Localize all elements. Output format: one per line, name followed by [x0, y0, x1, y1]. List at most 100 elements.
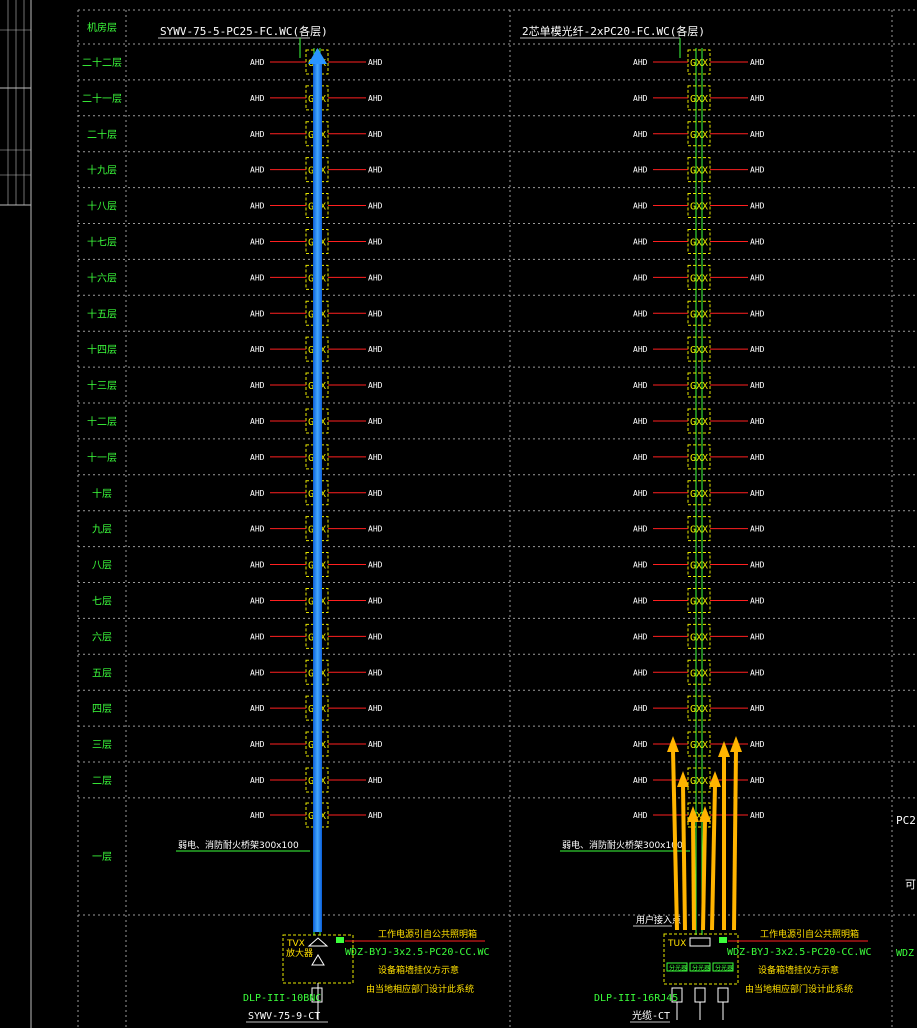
ahd-outlet-left: AHD — [250, 525, 265, 534]
ahd-outlet-left: AHD — [633, 704, 648, 713]
ahd-outlet-left: AHD — [250, 704, 265, 713]
far-right-edge-3: WDZ — [896, 948, 914, 959]
ahd-outlet-right: AHD — [750, 596, 765, 605]
orange-arrow-shaft — [671, 749, 679, 931]
left-bottom-label: DLP-III-10BNC — [243, 993, 321, 1004]
gxx-label: GXX — [690, 561, 708, 572]
ahd-outlet-right: AHD — [750, 237, 765, 246]
fiber-floor-row: GXX AHD AHD — [633, 121, 765, 147]
ahd-outlet-right: AHD — [750, 489, 765, 498]
ahd-outlet-left: AHD — [250, 345, 265, 354]
fiber-floor-row: GXX AHD AHD — [633, 49, 765, 75]
right-power-title: 工作电源引自公共照明箱 — [760, 928, 859, 940]
orange-arrow-shaft — [681, 784, 687, 931]
ahd-outlet-left: AHD — [250, 58, 265, 67]
gxx-label: GXX — [690, 632, 708, 643]
ahd-outlet-left: AHD — [633, 453, 648, 462]
ahd-outlet-right: AHD — [750, 130, 765, 139]
ahd-outlet-left: AHD — [633, 632, 648, 641]
fiber-floor-row: GXX AHD AHD — [633, 193, 765, 219]
ahd-outlet-right: AHD — [750, 632, 765, 641]
orange-arrow-head — [718, 741, 730, 757]
floor-label: 十一层 — [87, 451, 117, 464]
catv-box-name: TVX — [286, 939, 305, 949]
power-socket-icon — [336, 937, 344, 943]
gxx-label: GXX — [690, 345, 708, 356]
ahd-outlet-left: AHD — [633, 237, 648, 246]
floor-label: 七层 — [92, 595, 112, 607]
orange-arrow-annotations — [667, 736, 742, 931]
splitter-3: 分光器 — [715, 964, 733, 972]
power-socket-icon — [719, 937, 727, 943]
ahd-outlet-left: AHD — [250, 776, 265, 785]
ahd-outlet-left: AHD — [633, 130, 648, 139]
gxx-label: GXX — [690, 166, 708, 177]
ahd-outlet-right: AHD — [368, 668, 383, 677]
ahd-outlet-left: AHD — [250, 94, 265, 103]
floor-label: 十九层 — [87, 164, 117, 177]
left-note2: 由当地相应部门设计此系统 — [366, 983, 474, 995]
ahd-outlet-right: AHD — [750, 776, 765, 785]
ahd-outlet-left: AHD — [633, 740, 648, 749]
fiber-floor-row: GXX AHD AHD — [633, 623, 765, 649]
ahd-outlet-left: AHD — [250, 811, 265, 820]
ahd-outlet-right: AHD — [368, 740, 383, 749]
riser-diagram: 机房层二十二层二十一层二十层十九层十八层十七层十六层十五层十四层十三层十二层十一… — [0, 0, 917, 1028]
ahd-outlet-left: AHD — [250, 632, 265, 641]
gxx-label: GXX — [690, 668, 708, 679]
floor-label: 二十层 — [87, 128, 117, 141]
ahd-outlet-right: AHD — [750, 453, 765, 462]
ahd-outlet-right: AHD — [368, 166, 383, 175]
gxx-label: GXX — [690, 237, 708, 248]
ahd-outlet-right: AHD — [368, 776, 383, 785]
floor-label: 二十二层 — [82, 56, 122, 69]
floor-label: 十二层 — [87, 415, 117, 428]
floor-label: 九层 — [92, 524, 112, 536]
far-right-edge-2: 可 — [905, 878, 916, 891]
ahd-outlet-left: AHD — [633, 381, 648, 390]
fiber-floor-row: GXX AHD AHD — [633, 767, 765, 793]
floor-label: 四层 — [92, 703, 112, 715]
fiber-distribution-box: TUX 分光器 分光器 分光器 — [663, 933, 739, 1003]
gxx-label: GXX — [690, 202, 708, 213]
floor-label: 十八层 — [87, 200, 117, 213]
floor-label: 十七层 — [87, 235, 117, 248]
floor-label: 三层 — [92, 739, 112, 751]
ahd-outlet-left: AHD — [633, 489, 648, 498]
gxx-label: GXX — [690, 273, 708, 284]
ahd-outlet-right: AHD — [750, 202, 765, 211]
gxx-label: GXX — [690, 776, 708, 787]
gxx-label: GXX — [690, 525, 708, 536]
gxx-label: GXX — [690, 453, 708, 464]
orange-arrow-shaft — [701, 819, 707, 931]
ahd-outlet-right: AHD — [750, 561, 765, 570]
fiber-floor-row: GXX AHD AHD — [633, 336, 765, 362]
gxx-label: GXX — [690, 381, 708, 392]
floor-grid — [77, 9, 917, 1028]
left-power-title: 工作电源引自公共照明箱 — [378, 928, 477, 940]
ahd-outlet-left: AHD — [633, 273, 648, 282]
ahd-outlet-right: AHD — [750, 273, 765, 282]
floor-label: 机房层 — [87, 21, 117, 34]
ahd-outlet-right: AHD — [368, 704, 383, 713]
right-bottom-cable: 光缆-CT — [632, 1009, 670, 1022]
orange-arrow-head — [677, 771, 689, 787]
floor-label: 十三层 — [87, 379, 117, 392]
drawing-frame — [0, 0, 32, 1028]
ahd-outlet-right: AHD — [750, 94, 765, 103]
fiber-floor-row: GXX AHD AHD — [633, 228, 765, 254]
ahd-outlet-right: AHD — [750, 704, 765, 713]
ahd-outlet-left: AHD — [633, 525, 648, 534]
ahd-outlet-left: AHD — [633, 417, 648, 426]
ahd-outlet-right: AHD — [368, 489, 383, 498]
ahd-outlet-left: AHD — [633, 561, 648, 570]
floor-label: 一层 — [92, 851, 112, 863]
ahd-outlet-right: AHD — [368, 202, 383, 211]
gxx-label: GXX — [690, 417, 708, 428]
ahd-outlet-left: AHD — [250, 202, 265, 211]
fiber-floor-row: GXX AHD AHD — [633, 587, 765, 613]
ahd-outlet-left: AHD — [250, 273, 265, 282]
fiber-floor-row: GXX AHD AHD — [633, 731, 765, 757]
ahd-outlet-right: AHD — [368, 345, 383, 354]
left-tray-label: 弱电、消防耐火桥架300x100 — [178, 839, 299, 851]
